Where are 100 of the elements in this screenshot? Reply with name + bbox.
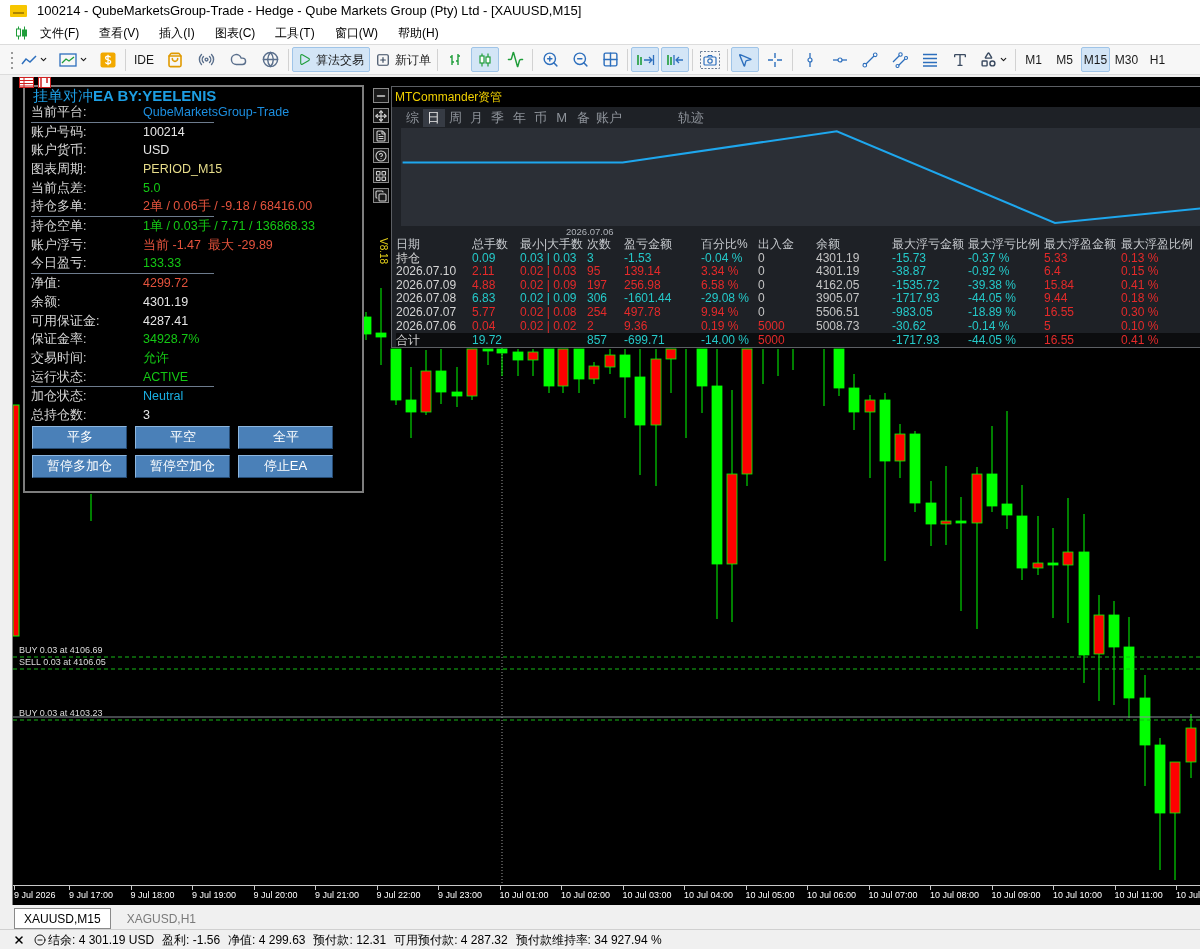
ide-button[interactable]: IDE [129, 47, 159, 72]
menu-item[interactable]: 窗口(W) [324, 24, 388, 42]
status-text: 结余: 4 301.19 USD [48, 931, 155, 949]
auto-scroll-button[interactable] [631, 47, 659, 72]
view-tab[interactable]: 轨迹 [675, 108, 706, 127]
field-label: 可用保证金: [31, 312, 101, 330]
table-cell-text: 6.83 [472, 292, 497, 306]
field-value: 34928.7% [143, 331, 200, 349]
view-tab[interactable]: 年 [508, 108, 530, 127]
chart-type-button[interactable] [471, 47, 499, 72]
move-button[interactable] [373, 108, 389, 123]
action-button[interactable]: 平多 [32, 425, 127, 449]
panel-title: MTCommander资管 [395, 89, 503, 106]
new-order-button[interactable]: 新订单 [372, 47, 434, 72]
timeframe-button[interactable]: M30 [1112, 47, 1141, 72]
menu-item[interactable]: 帮助(H) [388, 24, 449, 42]
field-value: 允许 [143, 349, 169, 367]
time-label: 10 Jul 03:00 [622, 890, 672, 901]
timeframe-button[interactable]: H1 [1143, 47, 1172, 72]
table-cell-text: 4301.19 [816, 265, 861, 279]
timeframe-button[interactable]: M5 [1050, 47, 1079, 72]
table-cell-text: 0.02 | 0.03 [520, 265, 578, 279]
table-cell-text: -0.14 % [968, 319, 1011, 334]
time-label: 10 Jul 04:00 [684, 890, 734, 901]
table-cell-text: 合计 [396, 333, 421, 347]
field-value: ACTIVE [143, 368, 189, 386]
table-cell-text: -38.87 [892, 265, 928, 279]
view-tab[interactable]: 季 [487, 108, 509, 127]
view-tab[interactable]: 周 [444, 108, 466, 127]
document-button[interactable] [373, 128, 389, 143]
bars-icon [447, 51, 463, 68]
view-tab[interactable]: 日 [423, 108, 445, 127]
rising-candle [512, 348, 524, 377]
field-value: 100214 [143, 123, 185, 141]
menu-item[interactable]: 工具(T) [265, 24, 325, 42]
view-tab[interactable]: 币 [529, 108, 552, 127]
action-button[interactable]: 停止EA [238, 454, 333, 478]
table-cell-text: 0 [758, 278, 766, 293]
table-cell-text: 5008.73 [816, 319, 861, 334]
menu-item[interactable]: 图表(C) [204, 24, 266, 42]
table-cell-text: 2.11 [472, 265, 496, 279]
view-tab[interactable]: 备 [572, 108, 594, 127]
action-button[interactable]: 暂停多加仓 [32, 454, 127, 478]
timeframe-button[interactable]: M1 [1019, 47, 1048, 72]
time-label: 9 Jul 22:00 [376, 890, 421, 901]
view-tab[interactable]: 账户 [593, 108, 624, 127]
algo-trading-button[interactable]: 算法交易 [292, 47, 370, 72]
action-button[interactable]: 暂停空加仓 [135, 454, 230, 478]
menu-item[interactable]: 文件(F) [30, 24, 90, 42]
column-header: 出入金 [758, 238, 795, 252]
view-tab[interactable]: 月 [465, 108, 488, 127]
rising-candle [573, 348, 585, 394]
rising-candle [482, 348, 494, 366]
action-button[interactable]: 平空 [135, 425, 230, 449]
restore-button[interactable] [373, 188, 389, 203]
trendline-icon [862, 51, 878, 68]
table-cell-text: 95 [587, 265, 602, 279]
field-label: 运行状态: [31, 368, 88, 386]
grid-button[interactable] [373, 168, 389, 183]
table-cell-text: 2026.07.06 [396, 319, 458, 334]
cursor-button[interactable] [731, 47, 759, 72]
column-header: 盈亏金额 [624, 238, 673, 252]
candle-wick [90, 493, 92, 522]
minimize-button[interactable] [373, 88, 389, 103]
menu-item[interactable]: 查看(V) [89, 24, 150, 42]
table-cell-text: 497.78 [624, 305, 662, 320]
timeframe-button[interactable]: M15 [1081, 47, 1110, 72]
table-cell-text: 3 [587, 251, 595, 266]
falling-candle [1032, 515, 1044, 576]
field-label: 加仓状态: [31, 388, 88, 406]
table-cell-text: 2026.07.09 [396, 278, 458, 293]
status-text: 预付款: 12.31 [313, 931, 387, 949]
grid-icon [601, 51, 619, 68]
table-cell-text: -14.00 % [701, 333, 751, 347]
table-cell-text: -1717.93 [892, 292, 941, 306]
chart-shift-button[interactable] [661, 47, 689, 72]
table-cell-text: -39.38 % [968, 278, 1018, 293]
field-label: 交易时间: [31, 349, 88, 367]
menu-item[interactable]: 插入(I) [149, 24, 205, 42]
view-tab[interactable]: 综 [402, 108, 424, 127]
field-value: 4287.41 [143, 312, 189, 330]
table-cell-text: -44.05 % [968, 333, 1018, 347]
grid-icon [375, 169, 387, 182]
field-label: 账户号码: [31, 123, 88, 141]
field-label: 净值: [31, 275, 62, 293]
field-value: 4299.72 [143, 275, 189, 293]
help-button[interactable] [373, 148, 389, 163]
dropdown-icon [999, 55, 1008, 64]
rising-candle [848, 373, 860, 431]
chart-tab[interactable]: XAGUSD,H1 [116, 908, 207, 929]
table-cell-text: -0.92 % [968, 265, 1011, 279]
table-cell-text: 0.15 % [1121, 265, 1160, 279]
table-cell-text: 9.94 % [701, 305, 740, 320]
view-tab[interactable]: M [551, 108, 573, 127]
table-cell-text: 16.55 [1044, 333, 1076, 347]
add-icon [375, 52, 390, 67]
chart-tab[interactable]: XAUUSD,M15 [14, 908, 111, 929]
action-button[interactable]: 全平 [238, 425, 333, 449]
falling-candle [420, 349, 432, 416]
field-value: Neutral [143, 388, 184, 406]
